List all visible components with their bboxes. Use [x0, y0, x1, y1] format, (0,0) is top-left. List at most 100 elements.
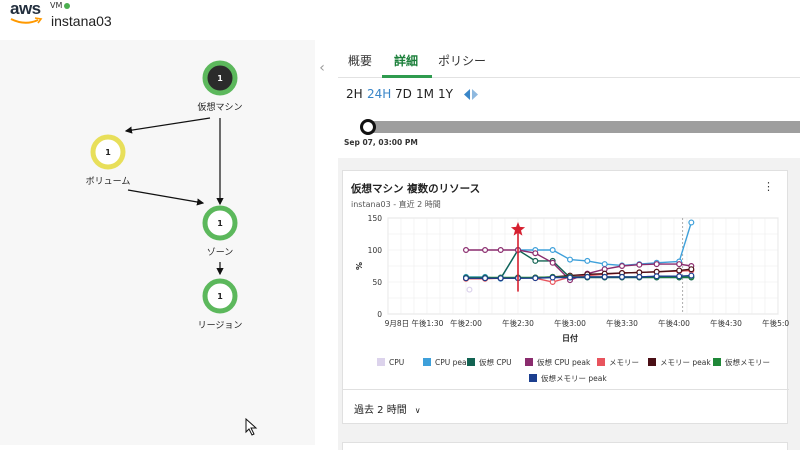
legend-swatch	[597, 358, 605, 366]
timeline-handle[interactable]	[360, 119, 376, 135]
legend-label: 仮想 CPU peak	[537, 358, 591, 367]
legend-item[interactable]: 仮想 CPU peak	[525, 357, 590, 369]
kebab-icon[interactable]: ⋮	[763, 181, 774, 195]
data-point[interactable]	[549, 246, 556, 253]
data-point[interactable]	[676, 267, 683, 274]
app-header: aws VM instana03	[0, 0, 800, 40]
series-0	[466, 286, 473, 293]
data-point[interactable]	[619, 273, 626, 280]
data-point[interactable]	[619, 262, 626, 269]
data-point[interactable]	[532, 275, 539, 282]
node-label: リージョン	[198, 321, 243, 331]
detail-panel: 概要 詳細 ポリシー 2H 24H 7D 1M 1Y Sep 07, 03:00…	[338, 40, 800, 450]
data-point[interactable]	[676, 273, 683, 280]
legend-item[interactable]: CPU peak	[423, 357, 471, 369]
x-tick-label: 午後3:00	[554, 318, 586, 328]
card-footer: 過去 2 時間 ∨	[343, 389, 789, 424]
data-point[interactable]	[466, 286, 473, 293]
period-dropdown[interactable]: 過去 2 時間 ∨	[354, 401, 421, 416]
legend-item[interactable]: CPU	[377, 357, 404, 369]
next-card-top	[342, 442, 788, 450]
data-point[interactable]	[688, 219, 695, 226]
collapse-panel-button[interactable]: ‹	[316, 60, 328, 76]
x-tick-label: 午後2:30	[502, 318, 534, 328]
topology-panel: 1 仮想マシン 1 ボリューム 1 ゾーン 1 リージョン	[0, 40, 315, 445]
legend-item[interactable]: 仮想メモリー	[713, 357, 770, 369]
data-point[interactable]	[653, 261, 660, 268]
detail-tabs: 概要 詳細 ポリシー	[338, 40, 800, 78]
tab-details[interactable]: 詳細	[394, 52, 418, 69]
data-point[interactable]	[549, 259, 556, 266]
range-step-arrows-icon[interactable]	[464, 89, 478, 100]
range-1m[interactable]: 1M	[416, 87, 434, 101]
app-root: aws VM instana03 1 仮想マシン 1 ボリューム 1 ゾーン 1 リージョン	[0, 0, 800, 450]
metrics-card: 仮想マシン 複数のリソース instana03 - 直近 2 時間 ⋮ 0 50 1…	[342, 170, 789, 424]
data-point[interactable]	[482, 246, 489, 253]
data-point[interactable]	[676, 261, 683, 268]
data-point[interactable]	[482, 275, 489, 282]
data-point[interactable]	[636, 261, 643, 268]
data-point[interactable]	[532, 250, 539, 257]
chevron-down-icon: ∨	[414, 406, 421, 415]
legend-swatch	[529, 374, 537, 382]
node-count: 1	[217, 219, 223, 228]
metrics-area: 仮想マシン 複数のリソース instana03 - 直近 2 時間 ⋮ 0 50 1…	[338, 158, 800, 450]
edge-vm-volume	[124, 117, 211, 134]
data-point[interactable]	[462, 275, 469, 282]
legend-item[interactable]: 仮想 CPU	[467, 357, 512, 369]
data-point[interactable]	[601, 273, 608, 280]
y-tick-label: 0	[377, 310, 382, 319]
range-24h[interactable]: 24H	[367, 87, 391, 101]
legend-swatch	[713, 358, 721, 366]
y-tick-label: 150	[368, 214, 383, 223]
data-point[interactable]	[584, 273, 591, 280]
node-volume[interactable]: 1 ボリューム	[86, 134, 131, 187]
legend-label: 仮想 CPU	[479, 358, 512, 367]
data-point[interactable]	[688, 272, 695, 279]
legend-item[interactable]: メモリー peak	[648, 357, 711, 369]
data-point[interactable]	[532, 257, 539, 264]
period-dropdown-label: 過去 2 時間	[354, 405, 407, 416]
data-point[interactable]	[688, 266, 695, 273]
mouse-cursor-icon	[245, 418, 258, 436]
data-point[interactable]	[653, 273, 660, 280]
chart-legend: CPU CPU peak 仮想 CPU 仮想 CPU peak メモリー メモリー pea…	[343, 353, 789, 389]
data-point[interactable]	[549, 274, 556, 281]
x-tick-label: 午後3:30	[606, 318, 638, 328]
legend-swatch	[648, 358, 656, 366]
data-point[interactable]	[601, 261, 608, 268]
aws-logo: aws	[10, 0, 41, 18]
edge-volume-zone	[127, 189, 205, 206]
range-7d[interactable]: 7D	[395, 87, 412, 101]
aws-smile-icon	[10, 17, 43, 24]
page-title: instana03	[51, 13, 112, 29]
data-point[interactable]	[462, 246, 469, 253]
data-point[interactable]	[584, 257, 591, 264]
data-point[interactable]	[497, 246, 504, 253]
data-point[interactable]	[567, 274, 574, 281]
range-2h[interactable]: 2H	[346, 87, 363, 101]
legend-swatch	[423, 358, 431, 366]
timeline-time-label: Sep 07, 03:00 PM	[344, 138, 418, 147]
node-zone[interactable]: 1 ゾーン	[202, 205, 238, 258]
card-subtitle: instana03 - 直近 2 時間	[351, 200, 441, 209]
legend-label: メモリー peak	[660, 358, 711, 367]
data-point[interactable]	[636, 273, 643, 280]
x-tick-label: 午後4:00	[658, 318, 690, 328]
tab-overview[interactable]: 概要	[348, 52, 372, 69]
legend-label: CPU	[389, 358, 405, 367]
y-tick-label: 100	[368, 246, 383, 255]
data-point[interactable]	[567, 256, 574, 263]
data-point[interactable]	[497, 275, 504, 282]
tab-policy[interactable]: ポリシー	[438, 52, 486, 69]
timeline-track[interactable]	[368, 121, 800, 133]
legend-item[interactable]: メモリー	[597, 357, 639, 369]
x-tick-label: 午後4:30	[710, 318, 742, 328]
legend-item[interactable]: 仮想メモリー peak	[529, 373, 607, 385]
range-1y[interactable]: 1Y	[438, 87, 453, 101]
x-axis-label: 日付	[562, 333, 578, 343]
status-dot-icon	[64, 3, 70, 9]
node-vm[interactable]: 1 仮想マシン	[197, 60, 243, 113]
node-region[interactable]: 1 リージョン	[198, 278, 243, 331]
legend-swatch	[525, 358, 533, 366]
